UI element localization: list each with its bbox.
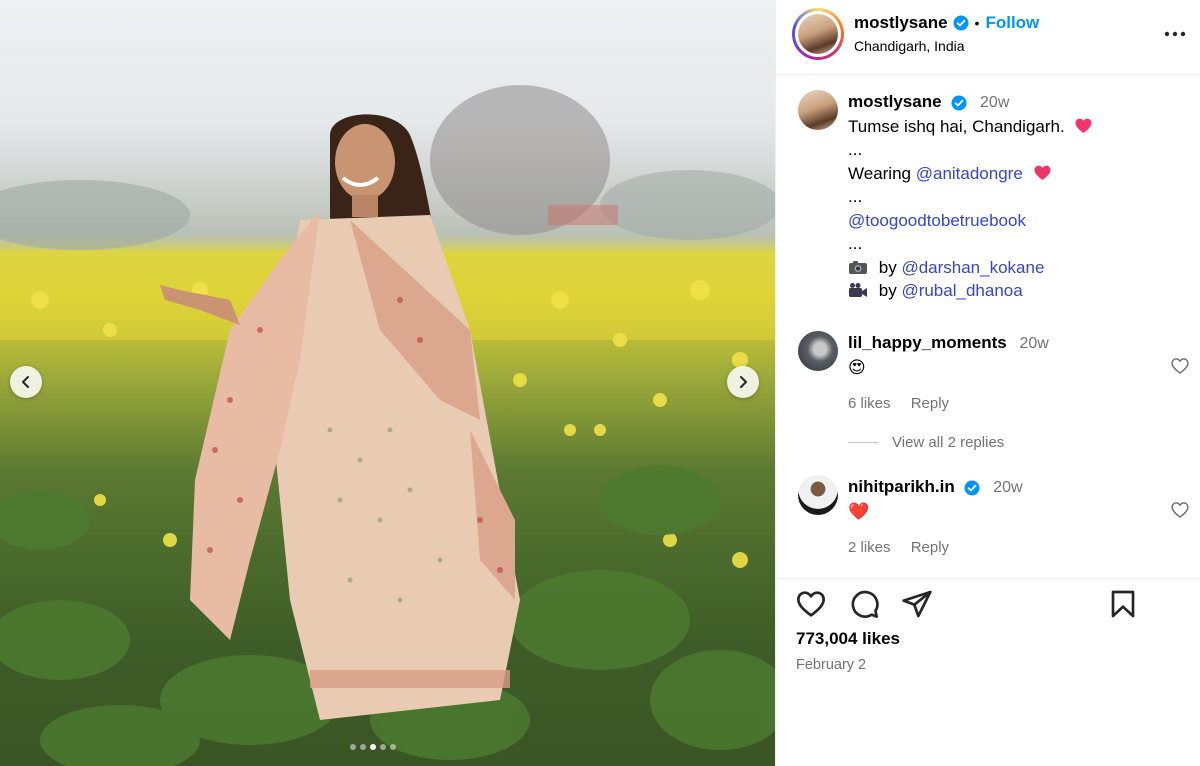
comment-bubble-icon — [851, 590, 879, 618]
reply-button[interactable]: Reply — [911, 539, 949, 556]
verified-badge-icon — [953, 15, 969, 31]
separator-dot: • — [974, 15, 980, 31]
caption-ellipsis: ... — [848, 187, 863, 206]
replies-divider — [848, 442, 878, 443]
mention-link[interactable]: @anitadongre — [916, 164, 1023, 183]
mention-link[interactable]: @rubal_dhanoa — [901, 281, 1022, 300]
more-options-icon[interactable] — [1162, 24, 1188, 44]
caption-ellipsis: ... — [848, 234, 863, 253]
comment-button[interactable] — [847, 587, 881, 621]
bookmark-icon — [1111, 590, 1135, 618]
carousel-dot — [380, 744, 386, 750]
carousel-dot — [350, 744, 356, 750]
mention-link[interactable]: @darshan_kokane — [901, 258, 1044, 277]
carousel-indicator — [350, 744, 396, 750]
caption-ellipsis: ... — [848, 140, 863, 159]
like-button[interactable] — [794, 587, 828, 621]
caption-wearing: Wearing — [848, 163, 911, 183]
caption-username[interactable]: mostlysane — [848, 92, 942, 111]
share-button[interactable] — [900, 587, 934, 621]
view-replies-label: View all 2 replies — [892, 434, 1005, 451]
chevron-left-icon — [22, 376, 29, 388]
commenter-username[interactable]: lil_happy_moments — [848, 333, 1007, 352]
post-media[interactable] — [0, 0, 775, 766]
paper-plane-icon — [902, 590, 932, 618]
comment-time[interactable]: 20w — [1019, 335, 1048, 352]
save-button[interactable] — [1106, 587, 1140, 621]
post-date[interactable]: February 2 — [796, 657, 866, 673]
author-avatar-ring[interactable] — [792, 8, 844, 60]
post-side-panel: mostlysane • Follow Chandigarh, India mo… — [775, 0, 1200, 766]
mention-link[interactable]: @toogoodtobetruebook — [848, 211, 1026, 230]
comment-time[interactable]: 20w — [993, 479, 1022, 496]
verified-badge-icon — [964, 480, 980, 496]
caption-time[interactable]: 20w — [980, 94, 1009, 111]
comment-likes[interactable]: 6 likes — [848, 395, 891, 412]
heart-emoji-icon — [1034, 165, 1051, 180]
heart-outline-icon — [797, 591, 825, 617]
post-actions: 773,004 likes February 2 — [776, 578, 1200, 766]
credit-prefix: by — [878, 257, 897, 277]
caption-avatar[interactable] — [798, 90, 838, 130]
post-header: mostlysane • Follow Chandigarh, India — [776, 0, 1200, 75]
comment-text: 😍 — [848, 358, 866, 377]
commenter-avatar[interactable] — [798, 475, 838, 515]
view-replies-button[interactable]: View all 2 replies — [848, 434, 1004, 451]
commenter-username[interactable]: nihitparikh.in — [848, 477, 955, 496]
camera-emoji-icon — [849, 260, 867, 274]
heart-outline-icon[interactable] — [1170, 500, 1190, 520]
credit-prefix: by — [878, 281, 897, 300]
video-camera-emoji-icon — [849, 283, 867, 297]
likes-count[interactable]: 773,004 likes — [796, 629, 900, 649]
heart-emoji-icon — [1075, 118, 1092, 133]
heart-outline-icon[interactable] — [1170, 356, 1190, 376]
reply-button[interactable]: Reply — [911, 395, 949, 412]
next-slide-button[interactable] — [727, 366, 759, 398]
avatar — [798, 14, 838, 54]
chevron-right-icon — [740, 376, 747, 388]
caption-line: Tumse ishq hai, Chandigarh. — [848, 116, 1065, 136]
author-username[interactable]: mostlysane — [854, 13, 948, 33]
carousel-dot — [370, 744, 376, 750]
commenter-avatar[interactable] — [798, 331, 838, 371]
carousel-dot — [390, 744, 396, 750]
verified-badge-icon — [951, 95, 967, 111]
post-photo — [0, 85, 775, 766]
follow-button[interactable]: Follow — [985, 13, 1039, 33]
previous-slide-button[interactable] — [10, 366, 42, 398]
post-location[interactable]: Chandigarh, India — [854, 38, 965, 54]
comment-text: ❤️ — [848, 502, 870, 521]
comment-likes[interactable]: 2 likes — [848, 539, 891, 556]
carousel-dot — [360, 744, 366, 750]
